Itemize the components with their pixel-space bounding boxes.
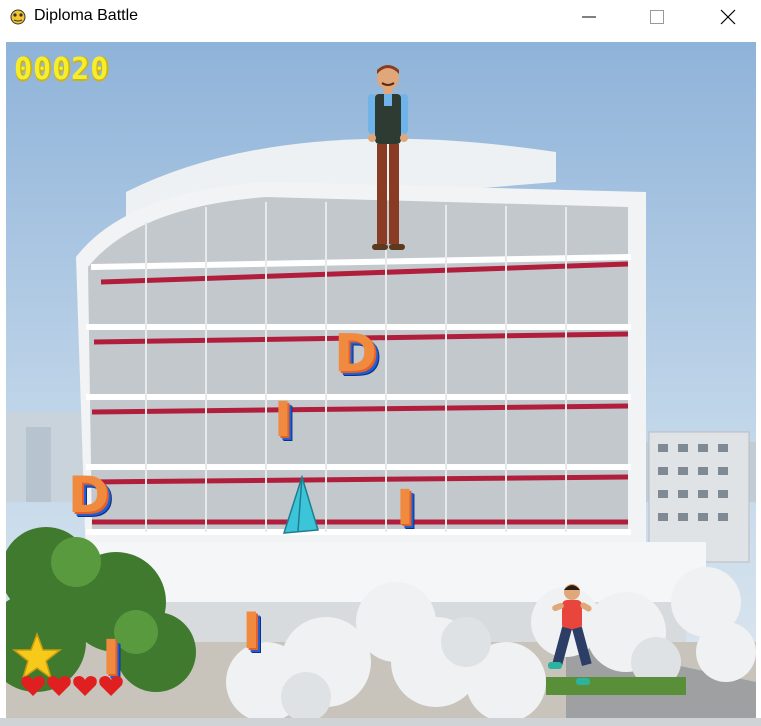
falling-letter-i: I	[396, 480, 414, 536]
window-bottom-border	[0, 718, 761, 726]
pygame-snake-icon	[8, 6, 28, 26]
minimize-button[interactable]	[566, 0, 612, 34]
student-player	[548, 584, 592, 685]
maximize-icon	[650, 10, 664, 24]
star-icon	[12, 632, 62, 680]
title-bar[interactable]: Diploma Battle	[0, 0, 761, 34]
heart-icon	[21, 676, 45, 696]
close-button[interactable]	[705, 0, 751, 34]
heart-icon	[47, 676, 71, 696]
maximize-button[interactable]	[634, 0, 680, 34]
window-title: Diploma Battle	[34, 7, 139, 24]
professor-enemy	[368, 65, 408, 250]
heart-icon	[73, 676, 97, 696]
falling-letter-i: I	[242, 602, 261, 660]
paper-airplane-projectile	[282, 475, 319, 534]
close-icon	[720, 9, 736, 25]
game-canvas[interactable]: 00020 D I D I I I	[6, 42, 756, 722]
falling-letter-d: D	[334, 324, 378, 384]
falling-letter-i: I	[274, 392, 292, 448]
heart-icon	[99, 676, 123, 696]
score-display: 00020	[14, 52, 110, 87]
minimize-icon	[582, 16, 596, 18]
falling-letter-d: D	[68, 466, 110, 524]
